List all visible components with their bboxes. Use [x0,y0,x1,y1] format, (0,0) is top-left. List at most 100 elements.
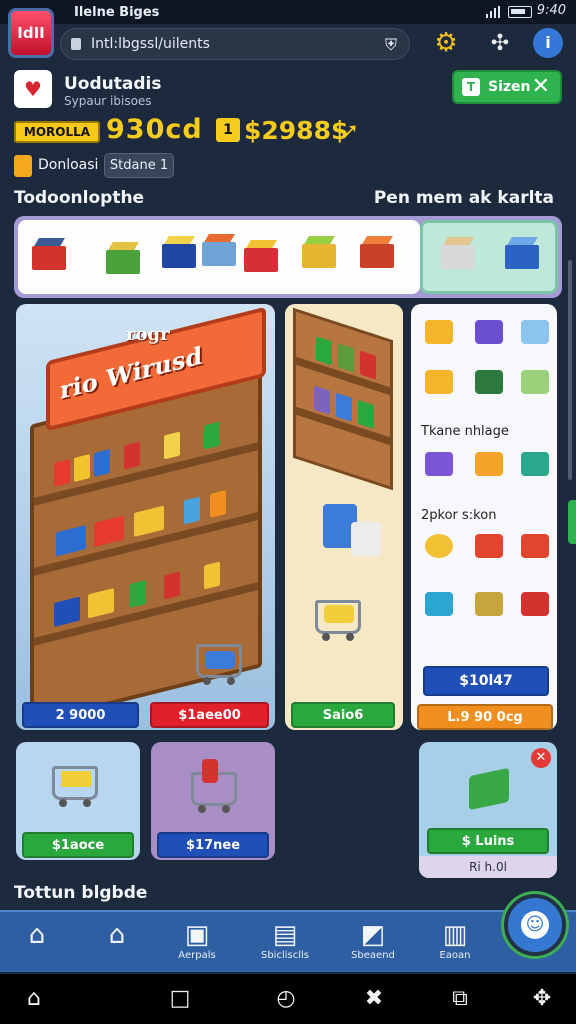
tile-blue-barrel[interactable] [425,592,453,616]
item-stack-green[interactable] [302,236,336,270]
catalog-buy-button[interactable]: $10l47 [423,666,549,696]
shelf-panel[interactable]: Saio6 [285,304,403,730]
tile-salad[interactable] [521,370,549,394]
nav-home-outline[interactable]: ⌂ [2,916,72,970]
tile-red-box[interactable] [475,534,503,558]
tile-green-card[interactable] [475,370,503,394]
item-strip-featured[interactable] [420,220,558,294]
card-b-price-button[interactable]: $17nee [157,832,269,858]
tile-purple-jar[interactable] [475,320,503,344]
puzzle-icon[interactable]: ✥ [528,986,556,1012]
nav-home[interactable]: ⌂ [82,916,152,970]
header-action-label: Sizen [488,79,531,95]
download-label: Donloasi [38,157,99,173]
item-strip-list [18,220,420,294]
catalog-panel[interactable]: Tkane nhlage 2pkor s:kon $10l47 L.9 90 0… [411,304,557,730]
tile-crate[interactable] [425,370,453,394]
bottom-nav: ⌂ ⌂ ▣ Aerpals ▤ Sbiclisclls ◩ Sbeaend ▥ … [0,910,576,972]
shield-icon[interactable]: ⛨ [385,35,397,55]
header-action-button[interactable]: T Sizen ✕ [452,70,562,104]
item-cabinet [441,237,475,271]
tile-teal-box[interactable] [521,452,549,476]
cash-icon: 1 [216,118,240,142]
side-drawer-handle[interactable] [568,500,576,544]
white-barrel [351,522,381,556]
card-c-price-button[interactable]: $ Luins [427,828,549,854]
item-cereal-box[interactable] [162,236,196,270]
profile-fab[interactable]: ☺ [504,894,566,956]
featured-title: Todoonlopthe [14,188,145,208]
cart-icon-shopper [191,759,237,813]
store-sign-top: rogr [126,324,170,345]
side-shelf [293,307,393,491]
nav-sbeaend[interactable]: ◩ Sbeaend [338,916,408,970]
shelf-price-button[interactable]: Saio6 [291,702,395,728]
item-shopkeeper[interactable] [32,238,66,272]
url-text: Intl:lbgssl/uilents [91,36,210,52]
battery-icon [508,6,532,18]
store-panel[interactable]: rio Wirusd rogr 2 9000 $1aee00 [16,304,275,730]
card-shopper[interactable]: $17nee [151,742,275,860]
close-icon[interactable]: ✕ [532,74,550,99]
cart-with-goods[interactable] [315,600,361,641]
tile-red-crate[interactable] [521,534,549,558]
home-outline-icon[interactable]: ⌂ [20,986,48,1012]
arrow-up-icon[interactable]: ➚ [342,118,359,142]
info-icon[interactable]: i [533,28,563,58]
item-crate-green[interactable] [106,242,140,276]
square-icon[interactable]: □ [166,986,194,1012]
lock-icon [71,38,81,50]
profile-subtitle: Sypaur ibisoes [64,94,152,108]
gem-count: $2988$ [244,116,349,145]
tile-purple-box[interactable] [425,452,453,476]
clock-icon[interactable]: ◴ [272,986,300,1012]
gear-icon[interactable]: ⚙ [430,28,462,60]
puzzle-icon[interactable]: ✣ [484,28,516,60]
catalog-label-1: Tkane nhlage [421,424,509,439]
item-strip [14,216,562,298]
app-logo[interactable]: IdII [8,8,54,58]
store-sign-text: rio Wirusd [60,340,203,405]
store-price-button-a[interactable]: 2 9000 [22,702,139,728]
tile-orange-box[interactable] [475,452,503,476]
register-icon: ▤ [272,920,298,950]
close-icon[interactable]: ✕ [531,748,551,768]
catalog-label-2: 2pkor s:kon [421,508,497,523]
item-clock-box[interactable] [360,236,394,270]
store-price-button-b[interactable]: $1aee00 [150,702,269,728]
scrollbar[interactable] [568,260,572,480]
cart-icon-gold [52,766,98,807]
card-c-footer: Ri h.0l [419,856,557,878]
nav-aerpals[interactable]: ▣ Aerpals [162,916,232,970]
register-icon [469,767,509,811]
user-icon: ☺ [521,911,549,939]
item-blue-machine [505,237,539,271]
home-icon: ⌂ [108,920,126,950]
status-bar: Ilelne Biges 9:40 [0,0,576,24]
card-register[interactable]: ✕ $ Luins Ri h.0l [419,742,557,878]
box-icon: ▣ [184,920,210,950]
system-nav: ⌂ □ ◴ ✖ ⧉ ✥ [0,974,576,1024]
url-bar[interactable]: Intl:lbgssl/uilents ⛨ [60,28,410,60]
tools-icon[interactable]: ✖ [360,986,388,1012]
card-cart-gold[interactable]: $1aoce [16,742,140,860]
tile-light-box[interactable] [521,320,549,344]
package-icon: ◩ [360,920,386,950]
profile-name: Uodutadis [64,74,162,94]
item-red-case[interactable] [244,240,278,274]
tile-machine[interactable] [475,592,503,616]
bottom-section-title: Tottun blgbde [14,883,148,903]
tile-red-pack[interactable] [521,592,549,616]
card-a-price-button[interactable]: $1aoce [22,832,134,858]
nav-sbiclisclls[interactable]: ▤ Sbiclisclls [250,916,320,970]
download-status-chip[interactable]: Stdane 1 [104,153,174,178]
recents-icon[interactable]: ⧉ [446,986,474,1012]
tile-gold-box[interactable] [425,320,453,344]
catalog-sub-button[interactable]: L.9 90 0cg [417,704,553,730]
item-display-stand[interactable] [202,234,236,268]
tile-coin[interactable] [425,534,453,558]
featured-right-title[interactable]: Pen mem ak karlta [374,188,554,208]
profile-logo[interactable]: ♥ [14,70,52,108]
shopping-cart[interactable] [196,644,242,685]
nav-eaoan[interactable]: ▥ Eaoan [420,916,490,970]
